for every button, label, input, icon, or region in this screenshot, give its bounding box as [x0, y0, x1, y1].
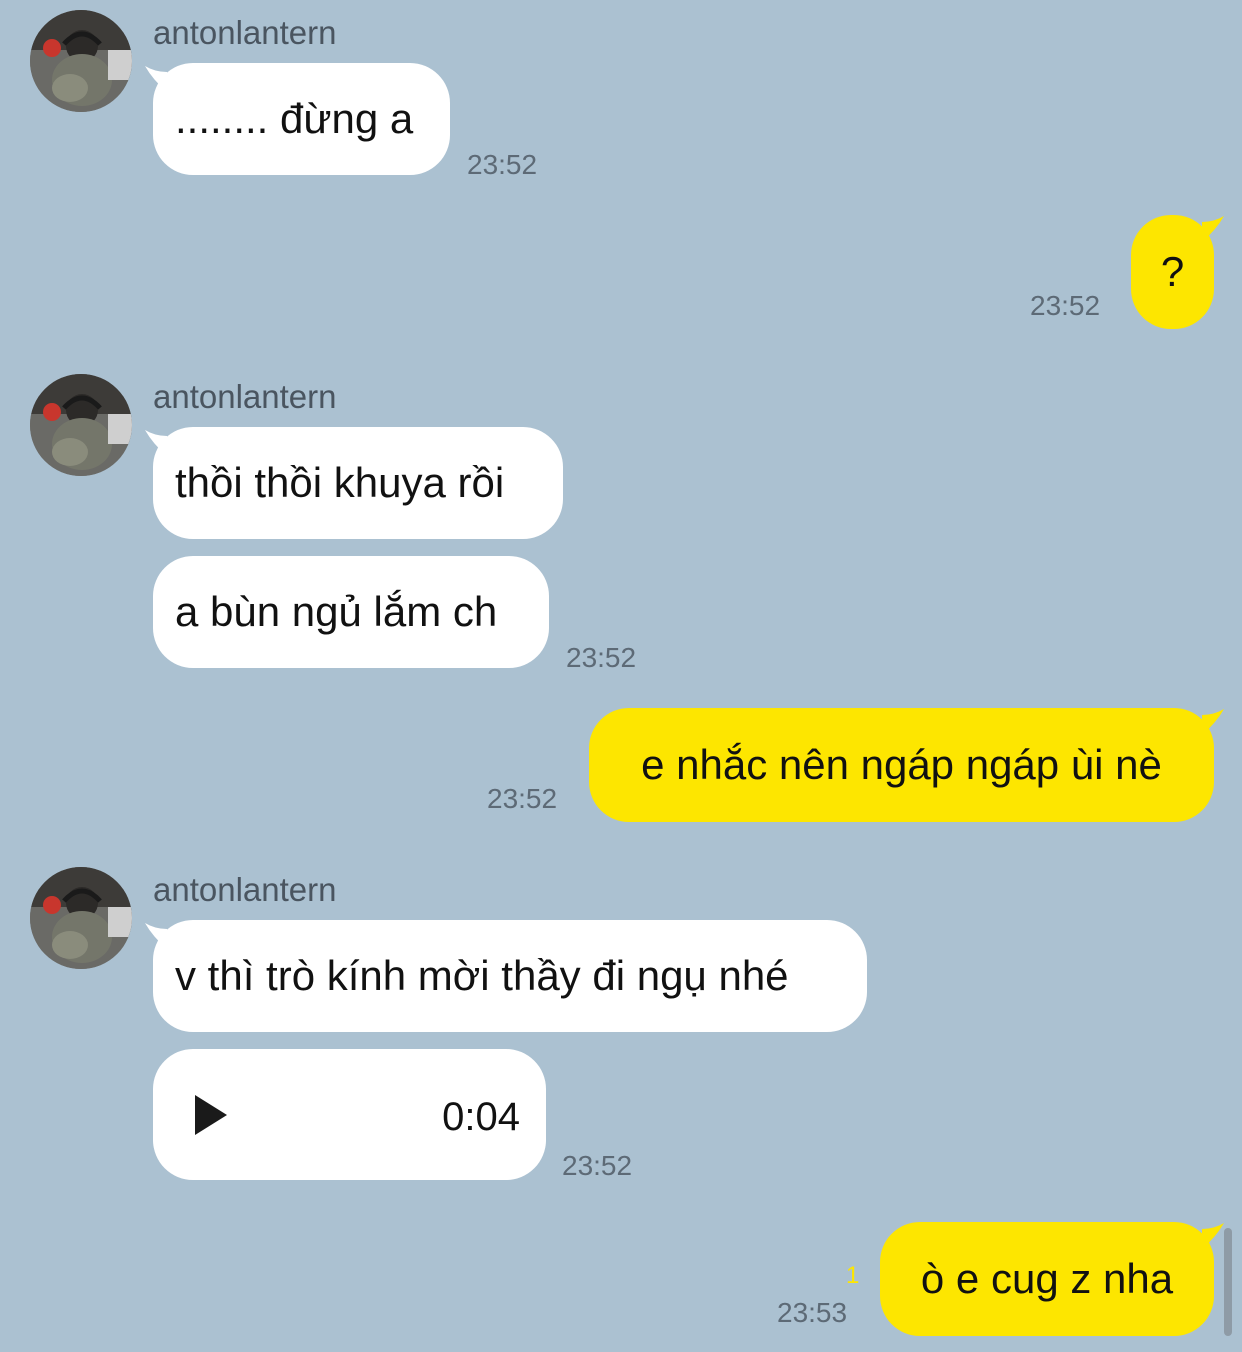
sender-name: antonlantern [153, 378, 337, 415]
message-bubble[interactable]: a bùn ngủ lắm ch [153, 556, 549, 668]
message-time: 23:52 [467, 149, 538, 180]
message-bubble-outgoing[interactable]: ò e cug z nha [880, 1222, 1214, 1336]
avatar-photo-icon [30, 867, 132, 969]
message-time: 23:53 [777, 1297, 848, 1328]
avatar[interactable] [30, 10, 132, 112]
message-text: ........ đừng a [175, 95, 414, 142]
voice-message[interactable]: 0:04 [153, 1049, 546, 1180]
message-time: 23:52 [562, 1150, 633, 1181]
avatar-photo-icon [30, 10, 132, 112]
sender-name: antonlantern [153, 871, 337, 908]
message-text: ò e cug z nha [920, 1255, 1174, 1302]
avatar-photo-icon [30, 374, 132, 476]
message-text: e nhắc nên ngáp ngáp ùi nè [641, 741, 1162, 788]
voice-duration: 0:04 [442, 1095, 520, 1139]
message-text: a bùn ngủ lắm ch [175, 588, 498, 635]
unread-count: 1 [846, 1262, 860, 1289]
sender-name: antonlantern [153, 14, 337, 51]
message-text: thồi thồi khuya rồi [175, 459, 505, 506]
message-bubble[interactable]: thồi thồi khuya rồi [153, 427, 563, 539]
message-text: v thì trò kính mời thầy đi ngụ nhé [175, 952, 789, 999]
message-bubble[interactable]: v thì trò kính mời thầy đi ngụ nhé [153, 920, 867, 1032]
message-time: 23:52 [487, 783, 558, 814]
message-time: 23:52 [566, 642, 637, 673]
message-bubble-outgoing[interactable]: e nhắc nên ngáp ngáp ùi nè [589, 708, 1214, 822]
bubble-tail [1202, 709, 1224, 735]
play-icon[interactable] [193, 1093, 229, 1137]
message-time: 23:52 [1030, 290, 1101, 321]
scrollbar[interactable] [1224, 1228, 1232, 1336]
bubble-tail [1202, 1223, 1224, 1249]
avatar[interactable] [30, 374, 132, 476]
avatar[interactable] [30, 867, 132, 969]
bubble-tail [1202, 216, 1224, 242]
message-bubble[interactable]: ........ đừng a [153, 63, 450, 175]
message-text: ? [1160, 248, 1185, 295]
